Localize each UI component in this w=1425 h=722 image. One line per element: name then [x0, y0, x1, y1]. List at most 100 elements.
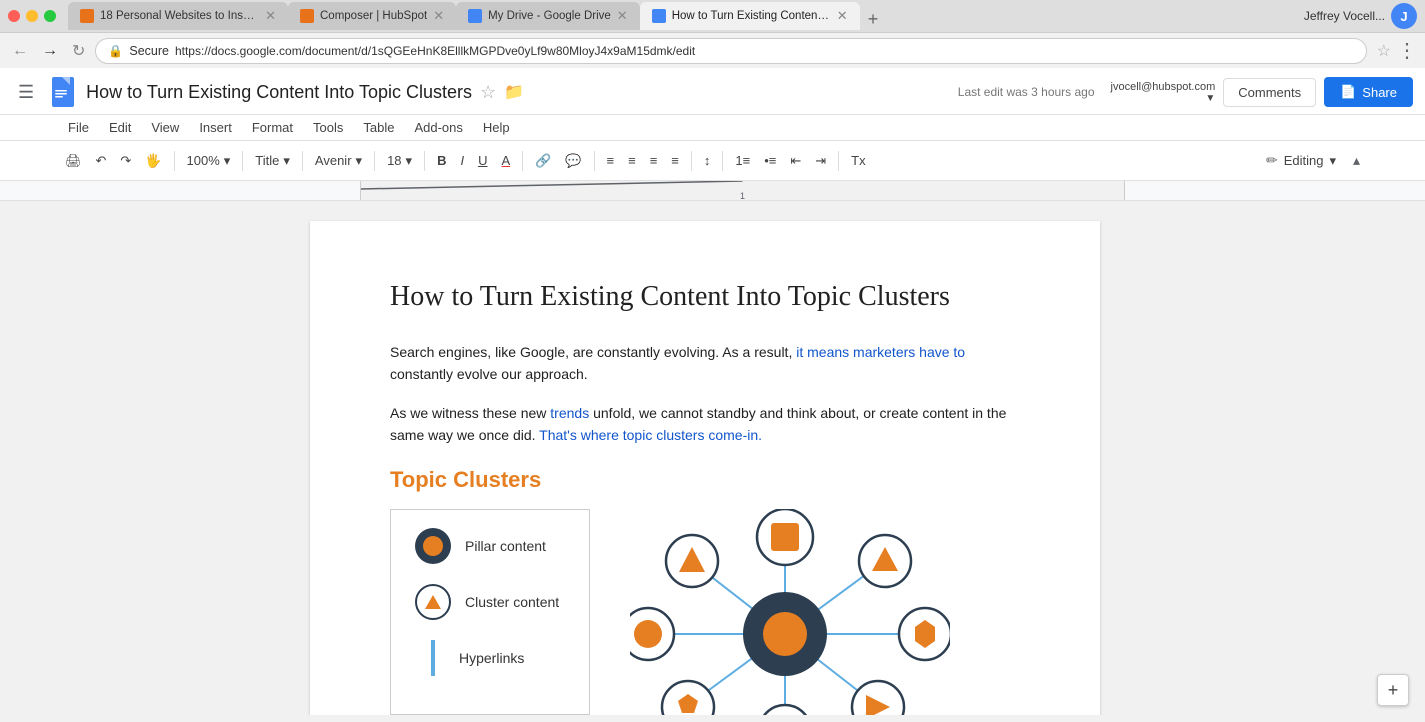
zoom-arrow: ▾ [224, 153, 231, 169]
tab-close-4[interactable]: ✕ [837, 8, 848, 24]
menu-file[interactable]: File [60, 117, 97, 138]
menu-insert[interactable]: Insert [191, 117, 240, 138]
editing-mode-button[interactable]: ✏ Editing ▾ [1258, 148, 1344, 173]
zoom-button-area: + [1377, 674, 1409, 706]
link-topic-clusters[interactable]: That's where topic clusters come-in. [539, 427, 762, 443]
clear-formatting-button[interactable]: Tx [846, 150, 870, 171]
cluster-svg [630, 509, 950, 715]
diagram-area: Pillar content Cluster content Hyperlink… [390, 509, 1020, 715]
share-icon: 📄 [1340, 84, 1356, 100]
insert-link-button[interactable]: 🔗 [530, 150, 556, 172]
share-button[interactable]: 📄 Share [1324, 77, 1413, 107]
pillar-circle [423, 536, 443, 556]
docs-app-icon [48, 74, 78, 110]
align-right-button[interactable]: ≡ [645, 150, 663, 171]
docs-document-title[interactable]: How to Turn Existing Content Into Topic … [86, 82, 472, 103]
menu-table[interactable]: Table [355, 117, 402, 138]
cluster-label: Cluster content [465, 594, 559, 610]
font-size-selector[interactable]: 18 ▾ [382, 150, 417, 172]
menu-tools[interactable]: Tools [305, 117, 351, 138]
align-left-button[interactable]: ≡ [602, 150, 620, 171]
forward-button[interactable]: → [38, 40, 62, 62]
browser-tab-2[interactable]: Composer | HubSpot ✕ [288, 2, 456, 30]
hyperlinks-label: Hyperlinks [459, 650, 524, 666]
address-bar: ← → ↻ 🔒 Secure https://docs.google.com/d… [0, 32, 1425, 68]
paragraph-2: As we witness these new trends unfold, w… [390, 402, 1020, 447]
align-center-button[interactable]: ≡ [623, 150, 641, 171]
user-area: Jeffrey Vocell... J [1304, 3, 1417, 29]
extensions-button[interactable]: ⋮ [1397, 38, 1417, 63]
ordered-list-button[interactable]: 1≡ [730, 150, 755, 171]
collapse-toolbar-button[interactable]: ▴ [1348, 149, 1365, 172]
back-button[interactable]: ← [8, 40, 32, 62]
new-tab-button[interactable]: + [860, 9, 887, 30]
user-name: Jeffrey Vocell... [1304, 9, 1385, 23]
menu-format[interactable]: Format [244, 117, 301, 138]
font-arrow: ▾ [356, 153, 363, 169]
move-to-folder-button[interactable]: 📁 [504, 82, 524, 102]
link-trends[interactable]: trends [550, 405, 589, 421]
align-justify-button[interactable]: ≡ [666, 150, 684, 171]
decrease-indent-button[interactable]: ⇤ [785, 150, 806, 172]
zoom-selector[interactable]: 100% ▾ [182, 150, 236, 172]
unordered-list-button[interactable]: •≡ [759, 150, 781, 171]
tab-favicon-2 [300, 9, 314, 23]
browser-tab-3[interactable]: My Drive - Google Drive ✕ [456, 2, 640, 30]
comments-button[interactable]: Comments [1223, 78, 1316, 107]
divider-8 [691, 151, 692, 171]
window-close[interactable] [8, 10, 20, 22]
pillar-label: Pillar content [465, 538, 546, 554]
bookmark-button[interactable]: ☆ [1377, 41, 1391, 61]
bold-button[interactable]: B [432, 150, 451, 171]
menu-view[interactable]: View [143, 117, 187, 138]
text-color-button[interactable]: A [496, 150, 515, 171]
sidebar-menu-button[interactable]: ☰ [12, 78, 40, 107]
star-document-button[interactable]: ☆ [480, 82, 496, 103]
menu-bar: File Edit View Insert Format Tools Table… [0, 115, 1425, 141]
link-marketers[interactable]: it means marketers have to [796, 344, 965, 360]
menu-edit[interactable]: Edit [101, 117, 139, 138]
legend-box: Pillar content Cluster content Hyperlink… [390, 509, 590, 715]
secure-label: Secure [129, 44, 169, 58]
tab-close-2[interactable]: ✕ [433, 8, 444, 24]
share-label: Share [1362, 85, 1397, 100]
tab-label-4: How to Turn Existing Content ... [672, 10, 831, 22]
cluster-diagram [630, 509, 950, 715]
browser-tab-1[interactable]: 18 Personal Websites to Inspi... ✕ [68, 2, 288, 30]
divider-7 [594, 151, 595, 171]
insert-comment-button[interactable]: 💬 [560, 150, 586, 172]
address-input[interactable]: 🔒 Secure https://docs.google.com/documen… [95, 38, 1366, 64]
increase-indent-button[interactable]: ⇥ [810, 150, 831, 172]
format-toolbar: 🖨 ↶ ↷ 🖐 100% ▾ Title ▾ Avenir ▾ 18 ▾ B I… [0, 141, 1425, 181]
window-maximize[interactable] [44, 10, 56, 22]
style-arrow: ▾ [283, 153, 290, 169]
print-button[interactable]: 🖨 [60, 150, 87, 172]
zoom-in-button[interactable]: + [1377, 674, 1409, 706]
tab-label-3: My Drive - Google Drive [488, 10, 611, 22]
ruler-track: 1 [360, 181, 1125, 200]
tab-close-1[interactable]: ✕ [265, 8, 276, 24]
browser-tab-4[interactable]: How to Turn Existing Content ... ✕ [640, 2, 860, 30]
style-selector[interactable]: Title ▾ [250, 150, 295, 172]
menu-addons[interactable]: Add-ons [406, 117, 470, 138]
redo-button[interactable]: ↷ [115, 150, 136, 172]
tab-close-3[interactable]: ✕ [617, 8, 628, 24]
underline-button[interactable]: U [473, 150, 492, 171]
divider-4 [374, 151, 375, 171]
italic-button[interactable]: I [455, 150, 469, 171]
line-spacing-button[interactable]: ↕ [699, 150, 716, 171]
window-minimize[interactable] [26, 10, 38, 22]
ruler: 1 [0, 181, 1425, 201]
menu-help[interactable]: Help [475, 117, 518, 138]
scrollbar[interactable] [1410, 201, 1425, 715]
doc-area: How to Turn Existing Content Into Topic … [0, 201, 1425, 715]
refresh-button[interactable]: ↻ [68, 39, 89, 63]
paint-format-button[interactable]: 🖐 [140, 150, 166, 172]
undo-button[interactable]: ↶ [91, 150, 112, 172]
tab-favicon-4 [652, 9, 666, 23]
cluster-icon [415, 584, 451, 620]
font-selector[interactable]: Avenir ▾ [310, 150, 367, 172]
zoom-value: 100% [187, 153, 220, 168]
doc-scroll[interactable]: How to Turn Existing Content Into Topic … [0, 201, 1410, 715]
docs-header: ☰ How to Turn Existing Content Into Topi… [0, 68, 1425, 115]
